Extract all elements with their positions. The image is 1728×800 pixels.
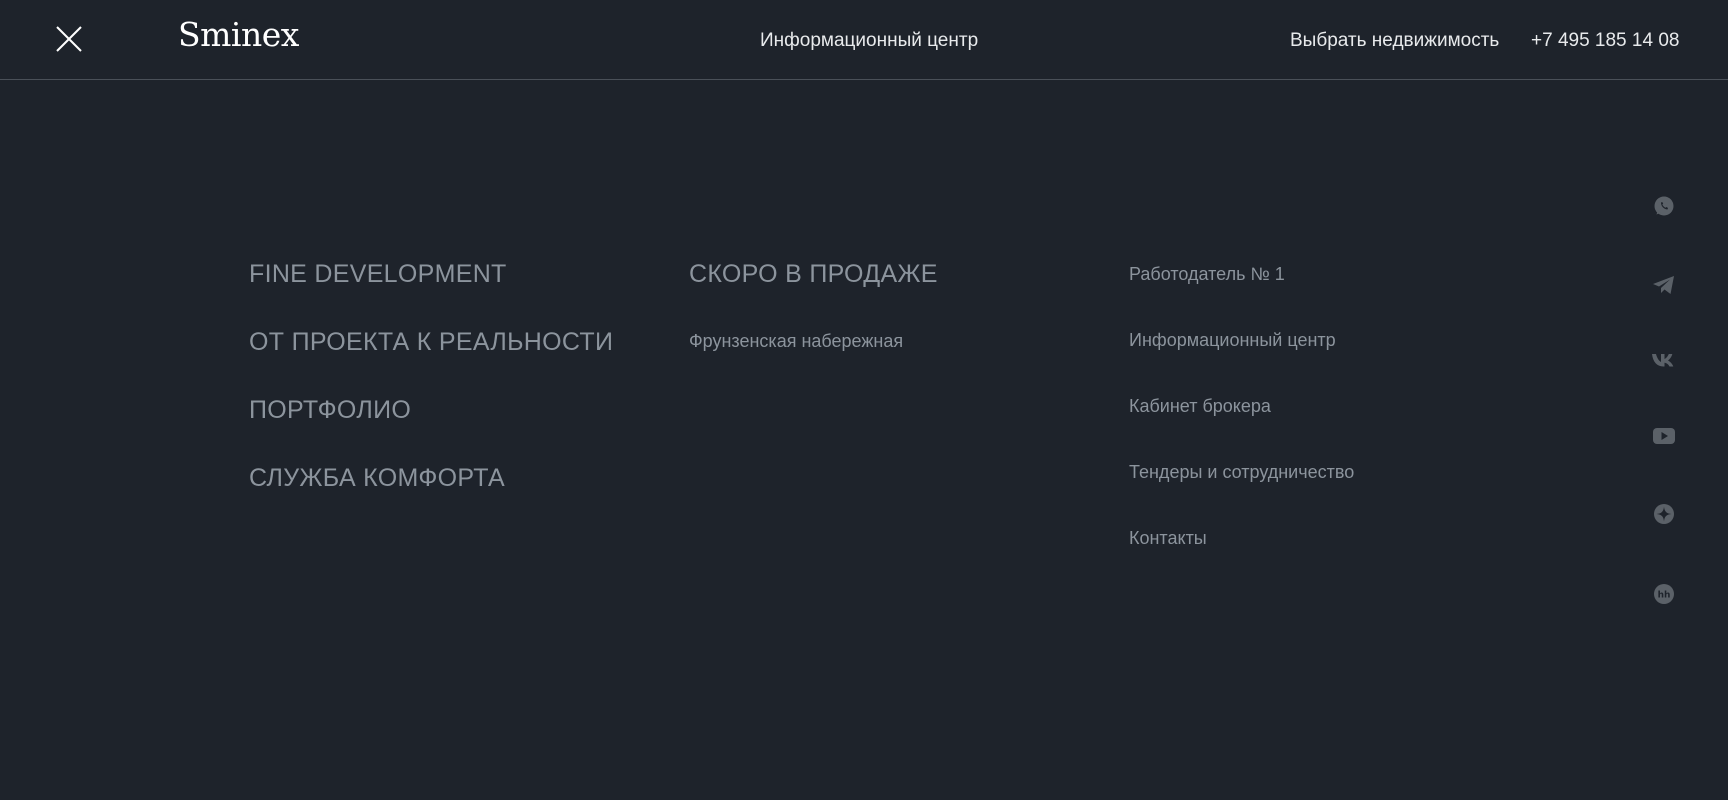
youtube-link[interactable] [1651,423,1677,449]
soon-on-sale-heading[interactable]: СКОРО В ПРОДАЖЕ [689,259,938,289]
whatsapp-icon [1654,196,1674,216]
hh-link[interactable]: hh [1651,581,1677,607]
dzen-icon [1654,504,1674,524]
close-menu-button[interactable] [54,24,84,54]
menu-item-broker-cabinet[interactable]: Кабинет брокера [1129,395,1271,417]
menu-item-contacts[interactable]: Контакты [1129,527,1207,549]
menu-item-portfolio[interactable]: ПОРТФОЛИО [249,395,411,425]
project-frunzenskaya-link[interactable]: Фрунзенская набережная [689,330,903,352]
vk-icon [1652,354,1674,367]
menu-item-project-to-reality[interactable]: ОТ ПРОЕКТА К РЕАЛЬНОСТИ [249,327,613,357]
menu-item-employer[interactable]: Работодатель № 1 [1129,263,1285,285]
logo[interactable]: Sminex [178,18,299,51]
hh-icon: hh [1654,584,1674,604]
whatsapp-link[interactable] [1651,193,1677,219]
telegram-link[interactable] [1651,272,1677,298]
telegram-icon [1653,276,1674,294]
choose-property-link[interactable]: Выбрать недвижимость [1290,30,1499,52]
info-center-link[interactable]: Информационный центр [760,30,978,52]
close-icon [56,26,82,52]
dzen-link[interactable] [1651,501,1677,527]
menu-item-info-center[interactable]: Информационный центр [1129,329,1336,351]
menu-item-fine-development[interactable]: FINE DEVELOPMENT [249,259,507,289]
menu-item-tenders[interactable]: Тендеры и сотрудничество [1129,461,1354,483]
phone-link[interactable]: +7 495 185 14 08 [1531,30,1679,52]
menu-item-comfort-service[interactable]: СЛУЖБА КОМФОРТА [249,463,505,493]
header: Sminex Информационный центр Выбрать недв… [0,0,1728,80]
svg-text:hh: hh [1658,591,1671,601]
vk-link[interactable] [1651,347,1677,373]
youtube-icon [1653,428,1675,444]
